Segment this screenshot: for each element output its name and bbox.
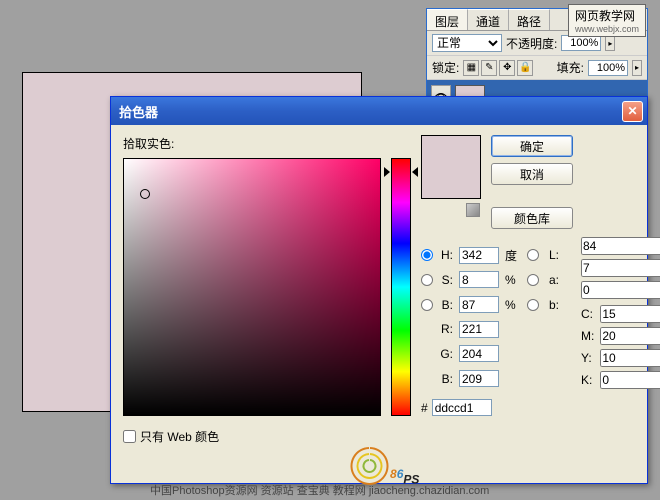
input-l[interactable]: [581, 237, 660, 255]
unit-bv: %: [505, 298, 521, 312]
radio-bv[interactable]: [421, 299, 433, 311]
new-color-swatch: [422, 136, 480, 167]
label-r: R:: [439, 322, 453, 336]
label-b: b:: [545, 298, 559, 312]
radio-l[interactable]: [527, 249, 539, 261]
label-k: K:: [581, 373, 594, 387]
label-m: M:: [581, 329, 594, 343]
color-field[interactable]: [123, 158, 381, 416]
input-h[interactable]: [459, 247, 499, 264]
color-library-button[interactable]: 颜色库: [491, 207, 573, 229]
color-picker-dialog: 拾色器 ✕ 拾取实色: 只有 Web 颜色: [110, 96, 648, 484]
input-bv[interactable]: [459, 296, 499, 313]
watermark-bottom: 中国Photoshop资源网 资源站 查宝典 教程网 jiaocheng.cha…: [150, 482, 489, 498]
label-c: C:: [581, 307, 594, 321]
opacity-label: 不透明度:: [506, 35, 557, 52]
color-cube-icon[interactable]: [466, 203, 480, 217]
lock-paint-icon[interactable]: ✎: [481, 60, 497, 76]
ok-button[interactable]: 确定: [491, 135, 573, 157]
input-blue[interactable]: [459, 370, 499, 387]
opacity-input[interactable]: [561, 35, 601, 51]
input-r[interactable]: [459, 321, 499, 338]
lock-move-icon[interactable]: ✥: [499, 60, 515, 76]
label-l: L:: [545, 248, 559, 262]
watermark-top: 网页教学网 www.webjx.com: [568, 4, 646, 37]
input-c[interactable]: [600, 305, 660, 323]
radio-b[interactable]: [527, 299, 539, 311]
input-a[interactable]: [581, 259, 660, 277]
lock-transparency-icon[interactable]: ▦: [463, 60, 479, 76]
label-y: Y:: [581, 351, 594, 365]
label-g: G:: [439, 347, 453, 361]
close-icon[interactable]: ✕: [622, 101, 643, 122]
input-m[interactable]: [600, 327, 660, 345]
hue-slider[interactable]: [391, 158, 411, 416]
opacity-stepper-icon[interactable]: ▸: [605, 35, 615, 51]
input-g[interactable]: [459, 345, 499, 362]
dialog-title: 拾色器: [115, 102, 622, 121]
label-a: a:: [545, 273, 559, 287]
hex-row: #: [421, 399, 660, 416]
label-blue: B:: [439, 372, 453, 386]
tab-channels[interactable]: 通道: [468, 9, 509, 30]
web-only-label: 只有 Web 颜色: [140, 428, 219, 445]
lock-all-icon[interactable]: 🔒: [517, 60, 533, 76]
dialog-titlebar[interactable]: 拾色器 ✕: [111, 97, 647, 125]
radio-a[interactable]: [527, 274, 539, 286]
label-hex: #: [421, 401, 428, 415]
color-cursor-icon: [140, 189, 150, 199]
fill-label: 填充:: [557, 59, 584, 76]
fill-input[interactable]: [588, 60, 628, 76]
web-only-input[interactable]: [123, 430, 136, 443]
lock-label: 锁定:: [432, 59, 459, 76]
lab-cmyk-fields: [581, 237, 660, 299]
radio-h[interactable]: [421, 249, 433, 261]
logo-swirl-icon: [350, 446, 390, 486]
current-color-swatch: [422, 167, 480, 198]
hue-arrow-left-icon: [384, 167, 390, 177]
input-y[interactable]: [600, 349, 660, 367]
input-b[interactable]: [581, 281, 660, 299]
web-only-checkbox[interactable]: 只有 Web 颜色: [123, 428, 411, 445]
input-k[interactable]: [600, 371, 660, 389]
input-hex[interactable]: [432, 399, 492, 416]
label-h: H:: [439, 248, 453, 262]
unit-s: %: [505, 273, 521, 287]
picker-prompt: 拾取实色:: [123, 135, 411, 152]
tab-paths[interactable]: 路径: [509, 9, 550, 30]
label-s: S:: [439, 273, 453, 287]
hue-arrow-right-icon: [412, 167, 418, 177]
fill-stepper-icon[interactable]: ▸: [632, 60, 642, 76]
cancel-button[interactable]: 取消: [491, 163, 573, 185]
blend-mode-select[interactable]: 正常: [432, 34, 502, 52]
tab-layers[interactable]: 图层: [427, 9, 468, 30]
unit-h: 度: [505, 247, 521, 264]
color-swatch: [421, 135, 481, 199]
hsbrgb-fields: H: 度 L: S:% a: B:% b: R: G: B:: [421, 245, 559, 389]
label-bv: B:: [439, 298, 453, 312]
radio-s[interactable]: [421, 274, 433, 286]
input-s[interactable]: [459, 271, 499, 288]
